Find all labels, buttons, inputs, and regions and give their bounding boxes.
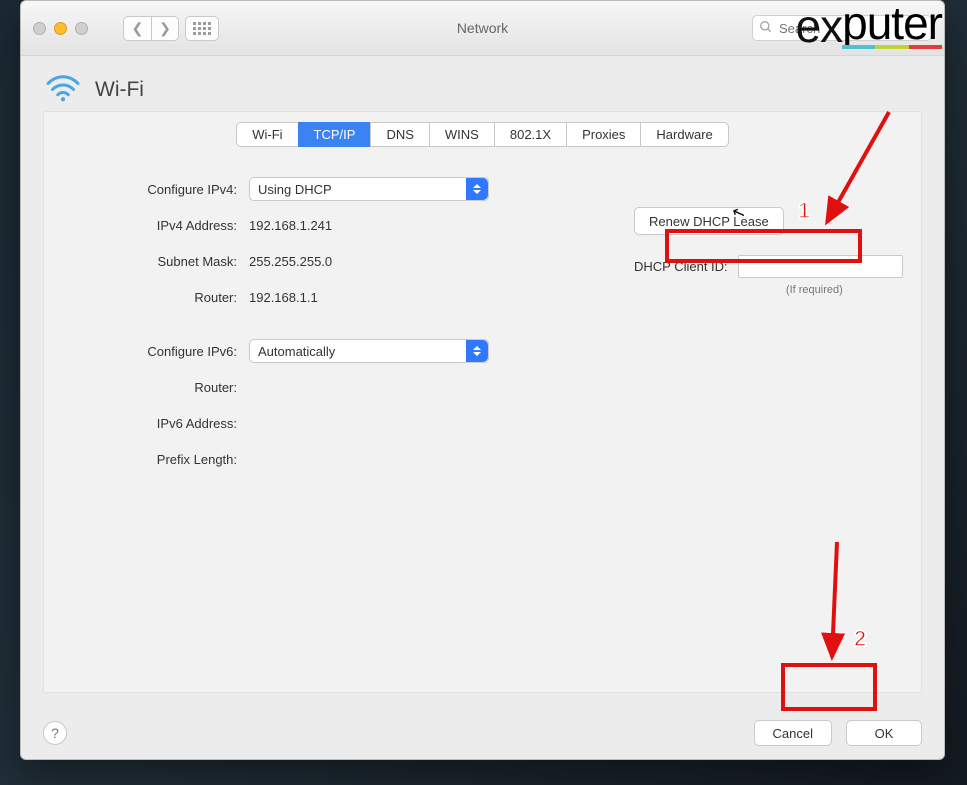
configure-ipv4-select[interactable]: Using DHCP: [249, 177, 489, 201]
tab-wins[interactable]: WINS: [429, 122, 495, 147]
configure-ipv6-label: Configure IPv6:: [74, 344, 249, 359]
minimize-window-button[interactable]: [54, 22, 67, 35]
tab-dns[interactable]: DNS: [370, 122, 429, 147]
configure-ipv4-value: Using DHCP: [258, 182, 332, 197]
forward-button[interactable]: ❯: [151, 16, 179, 41]
configure-ipv6-select[interactable]: Automatically: [249, 339, 489, 363]
window-controls: [33, 22, 113, 35]
prefix-length-label: Prefix Length:: [74, 452, 249, 467]
panel-title: Wi-Fi: [95, 78, 144, 102]
settings-panel: Wi-Fi TCP/IP DNS WINS 802.1X Proxies Har…: [43, 111, 922, 693]
ipv4-router-value: 192.168.1.1: [249, 290, 318, 305]
ipv4-address-label: IPv4 Address:: [74, 218, 249, 233]
dialog-footer: ? Cancel OK: [21, 707, 944, 759]
close-window-button[interactable]: [33, 22, 46, 35]
search-icon: [759, 20, 773, 37]
subnet-mask-label: Subnet Mask:: [74, 254, 249, 269]
ok-button[interactable]: OK: [846, 720, 922, 746]
tab-proxies[interactable]: Proxies: [566, 122, 641, 147]
select-caret-icon: [466, 340, 488, 362]
zoom-window-button[interactable]: [75, 22, 88, 35]
dhcp-client-id-label: DHCP Client ID:: [634, 259, 728, 274]
select-caret-icon: [466, 178, 488, 200]
ipv6-router-label: Router:: [74, 380, 249, 395]
show-all-prefs-button[interactable]: [185, 16, 219, 41]
panel-header: Wi-Fi: [21, 56, 944, 111]
tab-bar: Wi-Fi TCP/IP DNS WINS 802.1X Proxies Har…: [44, 122, 921, 147]
configure-ipv6-value: Automatically: [258, 344, 335, 359]
dhcp-client-id-hint: (If required): [634, 284, 903, 296]
ipv4-router-label: Router:: [74, 290, 249, 305]
configure-ipv4-label: Configure IPv4:: [74, 182, 249, 197]
grid-icon: [193, 22, 211, 35]
wifi-icon: [45, 74, 81, 105]
tab-wifi[interactable]: Wi-Fi: [236, 122, 298, 147]
dhcp-client-id-input[interactable]: [738, 255, 903, 278]
cancel-button[interactable]: Cancel: [754, 720, 832, 746]
subnet-mask-value: 255.255.255.0: [249, 254, 332, 269]
toolbar-nav: ❮ ❯: [123, 16, 219, 41]
tab-hardware[interactable]: Hardware: [640, 122, 728, 147]
search-wrap: [752, 15, 932, 41]
network-preferences-window: ❮ ❯ Network ex puter: [20, 0, 945, 760]
tab-8021x[interactable]: 802.1X: [494, 122, 567, 147]
tab-tcpip[interactable]: TCP/IP: [298, 122, 372, 147]
back-button[interactable]: ❮: [123, 16, 151, 41]
help-button[interactable]: ?: [43, 721, 67, 745]
ipv6-address-label: IPv6 Address:: [74, 416, 249, 431]
tcpip-form: Configure IPv4: Using DHCP IPv4 Address:…: [44, 165, 921, 477]
renew-dhcp-lease-button[interactable]: Renew DHCP Lease: [634, 207, 784, 235]
search-input[interactable]: [752, 15, 932, 41]
ipv4-address-value: 192.168.1.241: [249, 218, 332, 233]
titlebar: ❮ ❯ Network ex puter: [21, 1, 944, 56]
